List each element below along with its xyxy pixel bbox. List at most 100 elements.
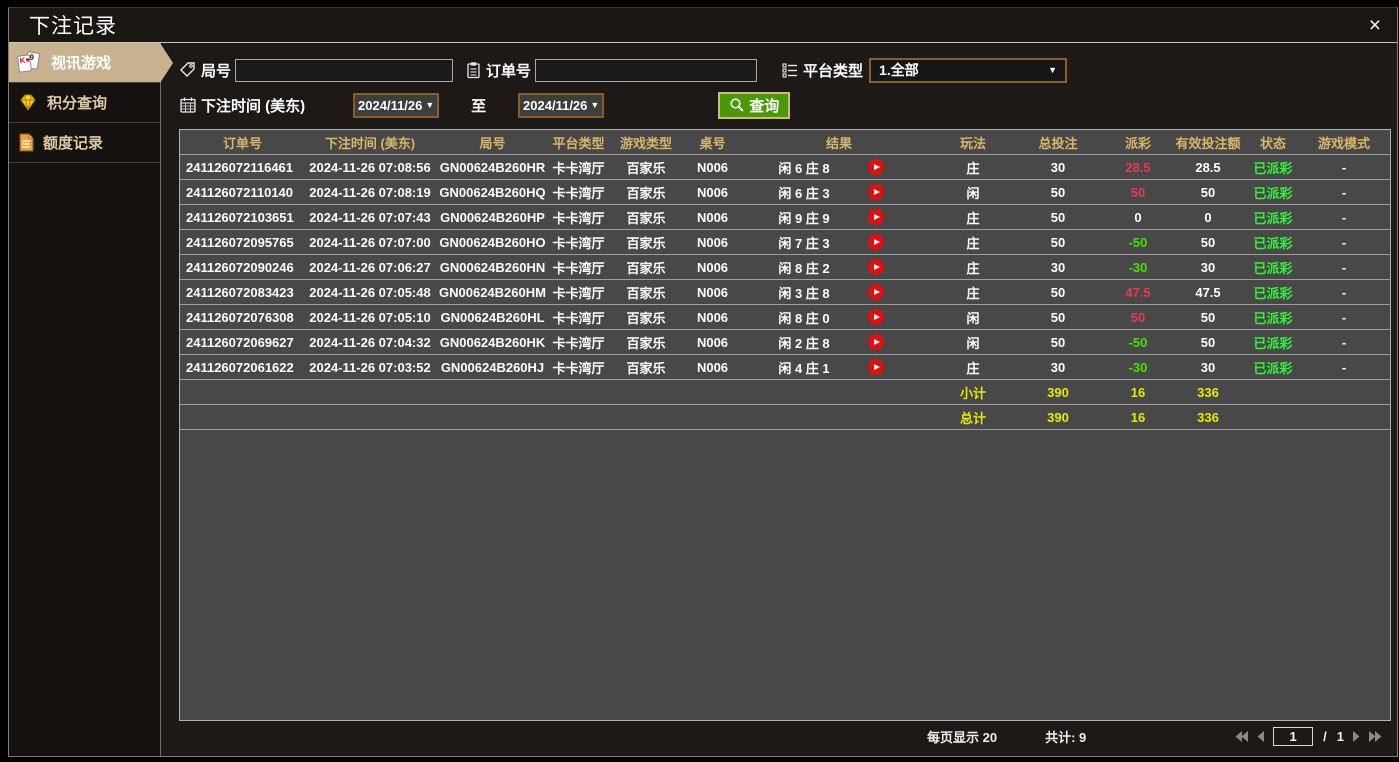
page-separator: / — [1323, 729, 1327, 744]
cell-payout: -50 — [1108, 335, 1168, 350]
cell-result: 闲 2 庄 8 — [740, 333, 938, 352]
table-row: 241126072069627 2024-11-26 07:04:32 GN00… — [180, 330, 1390, 355]
result-score: 闲 6 庄 8 — [740, 158, 868, 177]
cell-table-number: N006 — [685, 360, 740, 375]
total-valid: 336 — [1168, 410, 1248, 425]
cell-payout: 50 — [1108, 185, 1168, 200]
play-video-icon[interactable] — [868, 234, 884, 250]
sidebar-item-points-query[interactable]: 积分查询 — [9, 83, 160, 123]
col-header-valid-bet: 有效投注额 — [1168, 133, 1248, 152]
cell-platform: 卡卡湾厅 — [550, 158, 607, 177]
search-button[interactable]: 查询 — [718, 92, 790, 119]
close-icon[interactable]: × — [1369, 15, 1381, 36]
date-from-picker[interactable]: 2024/11/26 ▼ — [353, 93, 439, 118]
filter-row-2: 下注时间 (美东) 2024/11/26 ▼ 至 2024/11/26 ▼ — [179, 90, 1391, 120]
cell-order-number: 241126072116461 — [180, 160, 305, 175]
next-page-icon[interactable] — [1352, 731, 1361, 742]
play-video-icon[interactable] — [868, 209, 884, 225]
cell-platform: 卡卡湾厅 — [550, 283, 607, 302]
table-header-row: 订单号 下注时间 (美东) 局号 平台类型 游戏类型 桌号 结果 玩法 总投注 … — [180, 130, 1390, 155]
cell-status: 已派彩 — [1248, 258, 1298, 277]
sidebar-item-label: 积分查询 — [47, 92, 107, 113]
round-number-input[interactable] — [235, 59, 453, 82]
order-number-label: 订单号 — [486, 60, 531, 81]
cell-bet-time: 2024-11-26 07:08:56 — [305, 160, 435, 175]
date-range-to-label: 至 — [471, 95, 486, 116]
cell-game-type: 百家乐 — [607, 358, 685, 377]
bet-records-table: 订单号 下注时间 (美东) 局号 平台类型 游戏类型 桌号 结果 玩法 总投注 … — [179, 129, 1391, 721]
bet-record-dialog: 下注记录 × 9 K♥ 视讯游戏 积分查询 — [8, 7, 1398, 757]
cell-platform: 卡卡湾厅 — [550, 233, 607, 252]
cell-platform: 卡卡湾厅 — [550, 308, 607, 327]
main-panel: 局号 订单号 — [161, 43, 1397, 756]
sidebar-item-credit-records[interactable]: 额度记录 — [9, 123, 160, 163]
cell-result: 闲 6 庄 3 — [740, 183, 938, 202]
cell-status: 已派彩 — [1248, 183, 1298, 202]
result-score: 闲 8 庄 2 — [740, 258, 868, 277]
play-video-icon[interactable] — [868, 284, 884, 300]
prev-page-icon[interactable] — [1256, 731, 1265, 742]
pagination-bar: 每页显示 20 共计: 9 / 1 — [179, 721, 1391, 752]
cell-total-bet: 50 — [1008, 285, 1108, 300]
cell-platform: 卡卡湾厅 — [550, 258, 607, 277]
page-number-input[interactable] — [1273, 727, 1313, 746]
cell-game-type: 百家乐 — [607, 258, 685, 277]
first-page-icon[interactable] — [1234, 731, 1248, 742]
round-number-label: 局号 — [201, 60, 231, 81]
total-pages: 1 — [1337, 729, 1344, 744]
subtotal-row: 小计 390 16 336 — [180, 380, 1390, 405]
cell-order-number: 241126072061622 — [180, 360, 305, 375]
cell-bet-time: 2024-11-26 07:06:27 — [305, 260, 435, 275]
list-icon — [781, 62, 799, 78]
cell-payout: -30 — [1108, 360, 1168, 375]
cell-status: 已派彩 — [1248, 333, 1298, 352]
sidebar-item-video-games[interactable]: 9 K♥ 视讯游戏 — [9, 43, 160, 83]
date-to-picker[interactable]: 2024/11/26 ▼ — [518, 93, 604, 118]
play-video-icon[interactable] — [868, 359, 884, 375]
result-score: 闲 3 庄 8 — [740, 283, 868, 302]
cell-table-number: N006 — [685, 160, 740, 175]
date-from-value: 2024/11/26 — [358, 98, 422, 113]
diamond-icon — [17, 93, 39, 113]
cell-status: 已派彩 — [1248, 283, 1298, 302]
play-video-icon[interactable] — [868, 184, 884, 200]
platform-type-select[interactable]: 1.全部 ▼ — [869, 58, 1067, 83]
tag-icon — [179, 61, 197, 79]
cell-bet-time: 2024-11-26 07:05:48 — [305, 285, 435, 300]
cell-order-number: 241126072076308 — [180, 310, 305, 325]
cell-bet-time: 2024-11-26 07:03:52 — [305, 360, 435, 375]
cell-game-mode: - — [1298, 210, 1390, 225]
cell-play-type: 庄 — [938, 258, 1008, 277]
col-header-game-type: 游戏类型 — [607, 133, 685, 152]
play-video-icon[interactable] — [868, 259, 884, 275]
last-page-icon[interactable] — [1369, 731, 1383, 742]
total-count-label: 共计: 9 — [1045, 727, 1086, 746]
play-video-icon[interactable] — [868, 309, 884, 325]
cell-total-bet: 50 — [1008, 185, 1108, 200]
col-header-round: 局号 — [435, 133, 550, 152]
cell-order-number: 241126072095765 — [180, 235, 305, 250]
cell-bet-time: 2024-11-26 07:07:43 — [305, 210, 435, 225]
cell-order-number: 241126072069627 — [180, 335, 305, 350]
cell-valid-bet: 50 — [1168, 335, 1248, 350]
cell-total-bet: 50 — [1008, 210, 1108, 225]
bet-time-label-group: 下注时间 (美东) — [179, 95, 305, 116]
result-score: 闲 8 庄 0 — [740, 308, 868, 327]
cell-game-type: 百家乐 — [607, 283, 685, 302]
table-row: 241126072083423 2024-11-26 07:05:48 GN00… — [180, 280, 1390, 305]
cell-game-mode: - — [1298, 235, 1390, 250]
play-video-icon[interactable] — [868, 159, 884, 175]
cell-game-type: 百家乐 — [607, 308, 685, 327]
per-page-label: 每页显示 20 — [927, 727, 997, 746]
search-icon — [729, 97, 745, 113]
cell-bet-time: 2024-11-26 07:07:00 — [305, 235, 435, 250]
play-video-icon[interactable] — [868, 334, 884, 350]
cell-total-bet: 30 — [1008, 260, 1108, 275]
cell-order-number: 241126072103651 — [180, 210, 305, 225]
order-number-input[interactable] — [535, 59, 757, 82]
total-payout: 16 — [1108, 410, 1168, 425]
total-row: 总计 390 16 336 — [180, 405, 1390, 430]
cell-status: 已派彩 — [1248, 308, 1298, 327]
cell-round-number: GN00624B260HL — [435, 310, 550, 325]
chevron-down-icon: ▼ — [1048, 65, 1057, 75]
